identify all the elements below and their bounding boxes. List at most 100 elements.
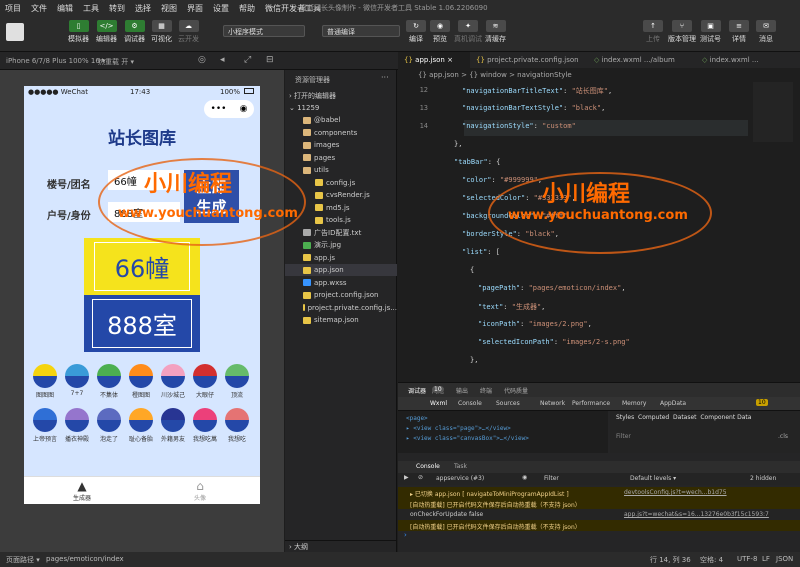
panel-tab[interactable]: Memory <box>622 400 646 407</box>
device-select[interactable]: iPhone 6/7/8 Plus 100% 16 ▾ <box>6 57 106 65</box>
log-source-link[interactable]: app.js?t=wechat&s=16...13276e0b3f15c1593… <box>624 511 769 518</box>
code-line[interactable]: }, <box>398 140 753 152</box>
styles-tabs[interactable]: Styles Computed Dataset Component Data <box>616 414 751 421</box>
debugger-button[interactable]: ⚙ 调试器 <box>124 20 145 44</box>
color-option[interactable]: 不集体 <box>94 364 124 399</box>
menu-item[interactable]: 转到 <box>104 3 130 14</box>
cls-toggle[interactable]: .cls <box>778 433 788 440</box>
clear-cache-button[interactable]: ≋ 清缓存 <box>485 20 506 44</box>
color-option[interactable]: 外籍男友 <box>158 408 188 443</box>
compile-button[interactable]: ↻ 编译 <box>406 20 426 44</box>
menu-item[interactable]: 视图 <box>156 3 182 14</box>
color-option[interactable]: 顶流 <box>222 364 252 399</box>
capsule-menu[interactable]: ••• ◉ <box>204 100 254 118</box>
color-option[interactable]: 上帝预言 <box>30 408 60 443</box>
tab-index-wxml[interactable]: ◇ index.wxml ... <box>696 52 786 68</box>
code-line[interactable]: 14 "navigationStyle": "custom" <box>398 122 753 134</box>
panel-tab[interactable]: Console <box>458 400 482 407</box>
color-option[interactable]: 我想吃 <box>222 408 252 443</box>
editor-button[interactable]: </> 编辑器 <box>96 20 117 44</box>
devtools-tab[interactable]: 代码质量 <box>504 386 528 395</box>
menu-item[interactable]: 选择 <box>130 3 156 14</box>
file-item[interactable]: sitemap.json <box>285 314 397 326</box>
panel-tab[interactable]: Sources <box>496 400 520 407</box>
menu-item[interactable]: 文件 <box>26 3 52 14</box>
context-select[interactable]: appservice (#3) <box>436 475 484 482</box>
dom-node[interactable]: ▸ <view class="page">…</view> <box>406 425 511 432</box>
menu-item[interactable]: 帮助 <box>234 3 260 14</box>
color-option[interactable]: 橙图图 <box>126 364 156 399</box>
more-icon[interactable]: ••• <box>211 104 227 114</box>
code-line[interactable]: { <box>398 266 753 278</box>
hot-reload-toggle[interactable]: 热重载 开 ▾ <box>98 57 134 67</box>
log-source-link[interactable]: devtoolsConfig.js?t=wech...b1d75 <box>624 489 727 496</box>
file-item[interactable]: tools.js <box>285 214 397 226</box>
file-item[interactable]: 演示.jpg <box>285 239 397 251</box>
tab-task[interactable]: Task <box>454 463 467 470</box>
code-line[interactable]: }, <box>398 356 753 368</box>
color-option[interactable]: 川沙城己 <box>158 364 188 399</box>
real-debug-button[interactable]: ✦ 真机调试 <box>454 20 482 44</box>
code-line[interactable]: "iconPath": "images/2.png", <box>398 320 753 332</box>
color-option[interactable]: 耻心备胎 <box>126 408 156 443</box>
split-icon[interactable]: ⊟ <box>266 55 274 65</box>
clear-icon[interactable]: ⊘ <box>418 474 423 481</box>
color-option[interactable]: 7+7 <box>62 364 92 397</box>
menu-item[interactable]: 工具 <box>78 3 104 14</box>
minimap[interactable] <box>753 82 793 142</box>
messages-button[interactable]: ✉ 消息 <box>756 20 776 44</box>
devtools-tab[interactable]: 终端 <box>480 386 492 395</box>
dom-node[interactable]: ▸ <view class="canvasBox">…</view> <box>406 435 529 442</box>
preview-button[interactable]: ◉ 预览 <box>430 20 450 44</box>
code-line[interactable]: "text": "生成器", <box>398 302 753 314</box>
file-item[interactable]: app.wxss <box>285 277 397 289</box>
panel-tab[interactable]: Network <box>540 400 565 407</box>
file-item[interactable]: components <box>285 127 397 139</box>
record-icon[interactable]: ◎ <box>198 55 206 65</box>
code-line[interactable]: "selectedIconPath": "images/2-s.png" <box>398 338 753 350</box>
panel-tab[interactable]: AppData <box>660 400 686 407</box>
menu-item[interactable]: 编辑 <box>52 3 78 14</box>
code-line[interactable]: 12 "navigationBarTitleText": "站长图库", <box>398 86 753 98</box>
more-icon[interactable]: ··· <box>381 73 389 82</box>
file-item[interactable]: config.js <box>285 177 397 189</box>
file-item[interactable]: app.json <box>285 264 397 276</box>
sidebar-icon[interactable]: ▶ <box>404 474 409 481</box>
cursor-position[interactable]: 行 14, 列 36 <box>650 555 691 565</box>
dom-tree[interactable]: <page> ▸ <view class="page">…</view> ▸ <… <box>398 411 608 453</box>
file-item[interactable]: pages <box>285 152 397 164</box>
tab-console[interactable]: Console <box>416 463 440 470</box>
tab-avatar[interactable]: ⌂ 头像 <box>187 479 213 502</box>
file-item[interactable]: 广告ID配置.txt <box>285 227 397 239</box>
tab-generator[interactable]: ▲ 生成器 <box>69 479 95 502</box>
visual-button[interactable]: ▦ 可视化 <box>151 20 172 44</box>
encoding[interactable]: UTF-8 <box>737 555 757 563</box>
simulator-button[interactable]: ▯ 模拟器 <box>68 20 89 44</box>
file-item[interactable]: project.config.json <box>285 289 397 301</box>
language-mode[interactable]: JSON <box>776 555 793 563</box>
details-button[interactable]: ≡ 详情 <box>729 20 749 44</box>
console-filter[interactable]: Filter <box>544 475 559 482</box>
code-line[interactable]: "pagePath": "pages/emoticon/index", <box>398 284 753 296</box>
test-account-button[interactable]: ▣ 测试号 <box>700 20 721 44</box>
avatar[interactable] <box>6 23 24 41</box>
eye-icon[interactable]: ◉ <box>522 474 527 481</box>
devtools-tab[interactable]: 输出 <box>456 386 468 395</box>
compile-mode-select[interactable]: 普通编译 <box>322 25 400 37</box>
code-line[interactable]: "tabBar": { <box>398 158 753 170</box>
version-button[interactable]: ⑂ 版本管理 <box>668 20 696 44</box>
color-option[interactable]: 泡走了 <box>94 408 124 443</box>
console-log[interactable]: [自动热重载] 已开启代码文件保存后自动热重载（不支持 json） <box>398 498 800 509</box>
volume-icon[interactable]: ◂ <box>220 55 225 65</box>
menu-item[interactable]: 项目 <box>0 3 26 14</box>
file-item[interactable]: @babel <box>285 114 397 126</box>
code-line[interactable]: 13 "navigationBarTextStyle": "black", <box>398 104 753 116</box>
page-path-label[interactable]: 页面路径 ▾ <box>6 555 40 565</box>
mode-select[interactable]: 小程序模式 <box>223 25 305 37</box>
outline-section[interactable]: › 大纲 <box>285 540 397 552</box>
styles-filter[interactable]: Filter <box>616 433 631 440</box>
rotate-icon[interactable]: ⤢ <box>244 55 251 65</box>
eol[interactable]: LF <box>762 555 770 563</box>
devtools-tab[interactable]: 调试器 <box>408 386 426 395</box>
color-option[interactable]: 大眼仔 <box>190 364 220 399</box>
